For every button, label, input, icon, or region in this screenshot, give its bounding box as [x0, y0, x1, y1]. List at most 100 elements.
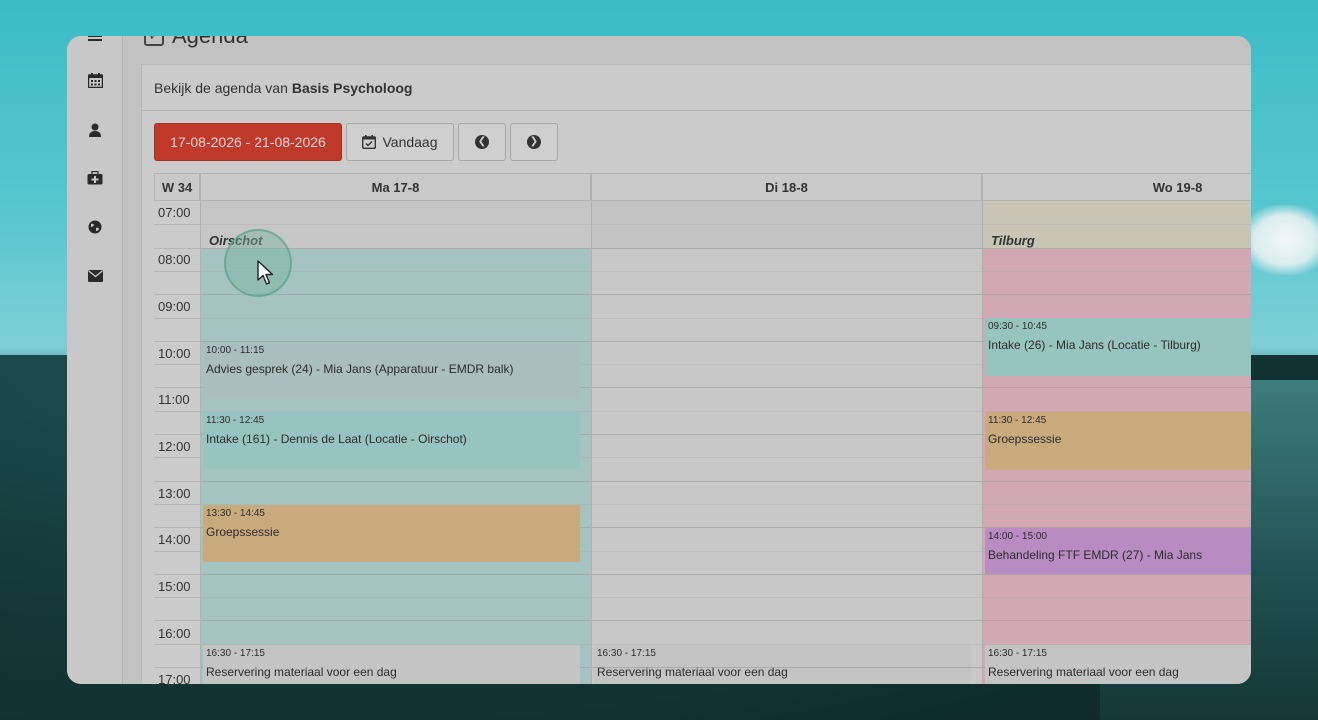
grid-line	[983, 224, 1251, 225]
grid-line	[154, 667, 200, 668]
calendar-icon[interactable]	[85, 70, 105, 90]
hour-label: 15:00	[158, 579, 191, 594]
grid-line	[154, 597, 200, 598]
event-time: 14:00 - 15:00	[988, 531, 1047, 542]
grid-line	[201, 224, 591, 225]
hour-label: 11:00	[158, 392, 190, 407]
grid-line	[592, 364, 982, 365]
globe-icon[interactable]	[85, 217, 105, 237]
today-label: Vandaag	[382, 134, 438, 150]
location-label-wed: Tilburg	[991, 233, 1035, 248]
event-card[interactable]: 11:30 - 12:45 Intake (161) - Dennis de L…	[203, 412, 580, 469]
agenda-heading: Bekijk de agenda van Basis Psycholoog	[142, 65, 1251, 111]
event-card[interactable]: 09:30 - 10:45 Intake (26) - Mia Jans (Lo…	[985, 318, 1251, 376]
event-card[interactable]: 16:30 - 17:15 Reservering materiaal voor…	[594, 645, 971, 684]
menu-icon[interactable]	[85, 36, 105, 50]
envelope-icon[interactable]	[85, 266, 105, 286]
grid-line	[154, 248, 200, 249]
chevron-left-icon: ❮	[475, 135, 489, 149]
event-card[interactable]: 10:00 - 11:15 Advies gesprek (24) - Mia …	[203, 342, 580, 399]
mouse-cursor-icon	[257, 260, 274, 285]
event-card[interactable]: 11:30 - 12:45 Groepssessie	[985, 412, 1251, 470]
calendar-check-icon	[362, 135, 377, 149]
day-column-tue[interactable]: 16:30 - 17:15 Reservering materiaal voor…	[591, 201, 982, 684]
user-icon[interactable]	[85, 120, 105, 140]
agenda-toolbar: 17-08-2026 - 21-08-2026 Vandaag ❮ ❯	[154, 123, 558, 161]
week-calendar: W 34 Ma 17-8 Di 18-8 Wo 19-8 07:00 08:00…	[154, 173, 1251, 684]
grid-line	[154, 224, 200, 225]
event-title: Reservering materiaal voor een dag	[988, 665, 1179, 679]
hour-label: 13:00	[158, 486, 191, 501]
grid-line	[201, 620, 591, 621]
grid-line	[592, 481, 982, 482]
event-title: Reservering materiaal voor een dag	[206, 665, 397, 679]
grid-line	[154, 481, 200, 482]
grid-line	[983, 620, 1251, 621]
day-header-tue[interactable]: Di 18-8	[591, 173, 982, 201]
agenda-panel: Bekijk de agenda van Basis Psycholoog 17…	[141, 64, 1251, 684]
grid-line	[154, 364, 200, 365]
event-card[interactable]: 13:30 - 14:45 Groepssessie	[203, 505, 580, 562]
time-column: 07:00 08:00 09:00 10:00 11:00 12:00 13:0…	[154, 201, 200, 684]
today-button[interactable]: Vandaag	[346, 123, 454, 161]
event-title: Groepssessie	[988, 432, 1062, 446]
grid-line	[592, 248, 982, 249]
grid-line	[983, 597, 1251, 598]
hour-label: 07:00	[158, 205, 191, 220]
app-window: ✓ Agenda Bekijk de agenda van Basis Psyc…	[67, 36, 1251, 684]
event-time: 16:30 - 17:15	[597, 648, 656, 659]
week-number: W 34	[154, 173, 200, 201]
day-column-wed[interactable]: Tilburg 09:30 - 10:45 Intake (26) - Mia …	[982, 201, 1251, 684]
grid-line	[983, 574, 1251, 575]
medkit-icon[interactable]	[85, 168, 105, 188]
event-time: 09:30 - 10:45	[988, 321, 1047, 332]
grid-line	[592, 644, 982, 645]
previous-week-button[interactable]: ❮	[458, 123, 506, 161]
calendar-header: W 34 Ma 17-8 Di 18-8 Wo 19-8	[154, 173, 1251, 201]
grid-line	[154, 574, 200, 575]
grid-line	[201, 481, 591, 482]
background-cloud	[1240, 205, 1318, 275]
hour-label: 10:00	[158, 346, 191, 361]
event-title: Intake (161) - Dennis de Laat (Locatie -…	[206, 432, 467, 446]
grid-line	[154, 434, 200, 435]
grid-line	[154, 551, 200, 552]
event-time: 16:30 - 17:15	[206, 648, 265, 659]
grid-line	[201, 597, 591, 598]
grid-line	[592, 271, 982, 272]
event-card[interactable]: 16:30 - 17:15 Reservering materiaal voor…	[985, 645, 1251, 684]
grid-line	[201, 574, 591, 575]
grid-line	[154, 504, 200, 505]
event-time: 11:30 - 12:45	[988, 415, 1047, 426]
event-card[interactable]: 16:30 - 17:15 Reservering materiaal voor…	[203, 645, 580, 684]
off-hours-block	[592, 201, 982, 249]
grid-line	[592, 294, 982, 295]
day-header-mon[interactable]: Ma 17-8	[200, 173, 591, 201]
agenda-intro: Bekijk de agenda van	[154, 79, 288, 96]
grid-line	[592, 387, 982, 388]
grid-line	[592, 224, 982, 225]
grid-line	[983, 387, 1251, 388]
grid-line	[592, 667, 982, 668]
grid-line	[154, 527, 200, 528]
grid-line	[592, 551, 982, 552]
grid-line	[154, 294, 200, 295]
main-content: ✓ Agenda Bekijk de agenda van Basis Psyc…	[124, 36, 1251, 684]
hour-label: 16:00	[158, 626, 191, 641]
grid-line	[201, 318, 591, 319]
grid-line	[592, 411, 982, 412]
grid-line	[983, 504, 1251, 505]
chevron-right-icon: ❯	[527, 135, 541, 149]
event-time: 10:00 - 11:15	[206, 345, 265, 356]
grid-line	[983, 248, 1251, 249]
hour-label: 09:00	[158, 299, 191, 314]
grid-line	[154, 318, 200, 319]
event-card[interactable]: 14:00 - 15:00 Behandeling FTF EMDR (27) …	[985, 528, 1251, 574]
event-title: Groepssessie	[206, 525, 280, 539]
grid-line	[154, 341, 200, 342]
date-range-button[interactable]: 17-08-2026 - 21-08-2026	[154, 123, 342, 161]
day-header-wed[interactable]: Wo 19-8	[982, 173, 1251, 201]
grid-line	[154, 271, 200, 272]
next-week-button[interactable]: ❯	[510, 123, 558, 161]
grid-line	[592, 434, 982, 435]
